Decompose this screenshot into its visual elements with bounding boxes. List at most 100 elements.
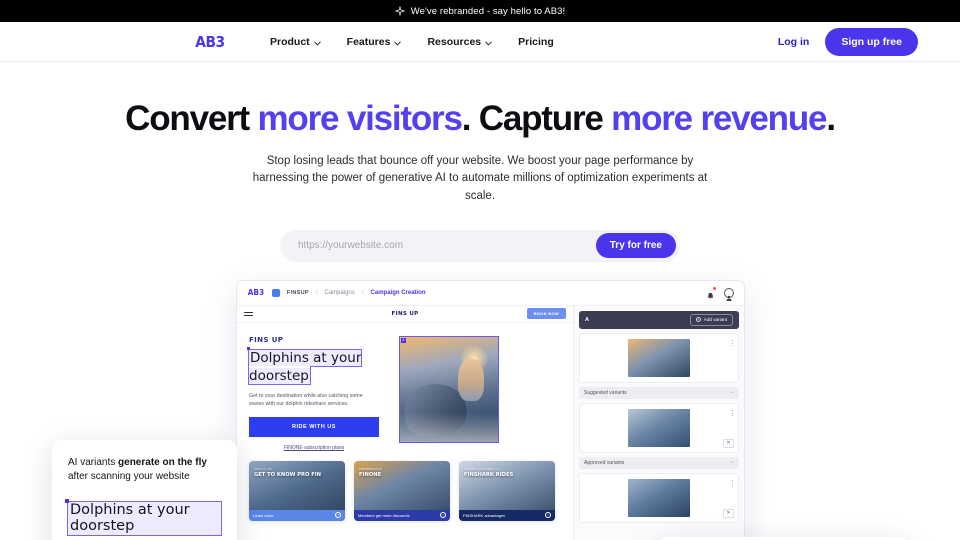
headline-part-3: . <box>826 99 836 138</box>
login-link[interactable]: Log in <box>778 36 810 48</box>
card-kicker: MEMBERSHIP <box>359 466 382 471</box>
avatar-icon[interactable] <box>724 287 734 301</box>
image-water-splash <box>400 411 498 442</box>
preview-card[interactable]: ABOUT US GET TO KNOW PRO FIN Learn more › <box>249 460 345 521</box>
card-footer: Members get more discounts › <box>354 509 450 521</box>
preview-card[interactable]: MEMBERSHIP FINONE Members get more discou… <box>354 460 450 521</box>
app-brand-logo: AB3 <box>247 288 265 298</box>
nav-links: Product Features Resources Pricing <box>270 36 554 48</box>
more-options-icon[interactable] <box>731 479 733 487</box>
chevron-down-icon <box>485 38 492 46</box>
approved-variants-section-header[interactable]: Approved variants − <box>579 456 739 469</box>
try-for-free-button[interactable]: Try for free <box>595 233 676 259</box>
arrow-right-icon: › <box>335 512 341 519</box>
product-screenshot-stage: AB3 FINSUP / Campaigns / Campaign Creati… <box>0 279 960 540</box>
minus-icon[interactable]: − <box>730 460 734 466</box>
preview-site-topbar: FINS UP BOOK NOW <box>237 305 573 323</box>
nav-item-pricing[interactable]: Pricing <box>518 36 554 48</box>
workspace-icon <box>271 288 280 297</box>
callout-ai-variants: AI variants generate on the fly after sc… <box>52 439 237 540</box>
more-options-icon[interactable] <box>731 409 733 417</box>
headline-part-1: Convert <box>125 99 258 138</box>
preview-headline: Dolphins at your doorstep <box>247 348 363 385</box>
preview-card-row: ABOUT US GET TO KNOW PRO FIN Learn more › … <box>237 451 573 521</box>
callout-left-text-a: AI variants <box>68 456 119 468</box>
preview-card[interactable]: LUXURY SEASIDE...A FINSHARK RIDES FINSHAR… <box>459 460 555 521</box>
signup-button[interactable]: Sign up free <box>825 27 918 56</box>
bell-icon[interactable] <box>706 287 716 300</box>
nav-item-features-label: Features <box>346 35 391 48</box>
card-footer-label: Learn more <box>253 512 274 518</box>
callout-left-text: AI variants generate on the fly after sc… <box>68 456 221 485</box>
preview-headline-editable[interactable]: Dolphins at your doorstep <box>247 346 389 385</box>
callout-left-headline-editable[interactable]: Dolphins at your doorstep <box>65 498 222 536</box>
nav-item-resources[interactable]: Resources <box>427 36 492 48</box>
callout-left-text-c: after scanning your website <box>68 471 190 483</box>
preview-body-text: Get to your destination while also catch… <box>249 392 363 408</box>
app-header: AB3 FINSUP / Campaigns / Campaign Creati… <box>237 280 744 306</box>
announcement-banner[interactable]: We've rebranded - say hello to AB3! <box>0 0 960 22</box>
preview-hero-image[interactable]: A <box>399 335 499 443</box>
variant-card-suggested[interactable]: ✕ ✓ <box>579 402 739 453</box>
nav-item-product-label: Product <box>269 35 310 48</box>
banner-text: We've rebranded - say hello to AB3! <box>410 5 566 17</box>
workspace-name[interactable]: FINSUP <box>287 290 309 296</box>
website-url-input[interactable] <box>298 240 596 252</box>
more-options-icon[interactable] <box>731 339 733 347</box>
preview-subscription-link[interactable]: FINONE subscription plans <box>249 445 379 451</box>
approved-variants-label: Approved variants <box>584 459 625 466</box>
sparkle-icon <box>394 6 405 16</box>
variant-card-original[interactable] <box>579 332 739 383</box>
card-footer-label: FINSHARK advantages <box>463 512 506 518</box>
image-rider-shape <box>458 358 484 401</box>
hero-section: Convert more visitors. Capture more reve… <box>0 62 960 262</box>
add-variant-label: Add variant <box>703 317 727 323</box>
headline-highlight-2: more revenue <box>611 99 827 138</box>
plus-icon: + <box>695 316 701 323</box>
variant-thumbnail <box>628 408 690 447</box>
arrow-right-icon: › <box>545 512 551 519</box>
callout-left-headline: Dolphins at your doorstep <box>70 501 190 535</box>
card-title: LUXURY SEASIDE...A FINSHARK RIDES <box>464 467 514 478</box>
preview-hero-copy: FINS UP Dolphins at your doorstep Get to… <box>247 336 389 451</box>
hamburger-menu-icon[interactable] <box>244 311 253 317</box>
chevron-down-icon <box>313 38 321 46</box>
variants-panel: A + Add variant Suggested variants − ✕ A… <box>574 305 744 540</box>
main-navigation: AB3 Product Features Resources Pricing L… <box>0 22 960 62</box>
notification-dot <box>713 287 716 291</box>
chevron-down-icon <box>394 38 402 46</box>
brand-logo[interactable]: AB3 <box>195 33 225 51</box>
breadcrumb-separator: / <box>361 289 364 296</box>
headline-highlight-1: more visitors <box>257 99 463 138</box>
card-footer-label: Members get more discounts <box>358 512 410 518</box>
variant-actions: ✕ ✓ <box>723 438 734 448</box>
breadcrumb-campaigns[interactable]: Campaigns <box>325 290 355 296</box>
suggested-variants-section-header[interactable]: Suggested variants − <box>579 386 739 399</box>
breadcrumb-campaign-creation[interactable]: Campaign Creation <box>371 290 426 296</box>
headline-part-2: . Capture <box>461 99 612 138</box>
nav-item-pricing-label: Pricing <box>518 35 554 48</box>
callout-left-text-b: generate on the fly <box>118 456 207 468</box>
reject-variant-button[interactable]: ✕ <box>723 438 734 448</box>
app-body: FINS UP BOOK NOW FINS UP Dolphins at you… <box>237 305 744 540</box>
card-title: ABOUT US GET TO KNOW PRO FIN <box>254 467 321 478</box>
arrow-right-icon: › <box>440 512 446 519</box>
minus-icon[interactable]: − <box>730 390 734 396</box>
card-title-text: FINSHARK RIDES <box>464 471 514 478</box>
variant-thumbnail <box>628 478 690 517</box>
page-title: Convert more visitors. Capture more reve… <box>0 99 960 139</box>
book-now-button[interactable]: BOOK NOW <box>526 308 566 320</box>
variant-badge: A <box>401 337 406 343</box>
nav-item-resources-label: Resources <box>427 35 482 48</box>
variant-card-approved[interactable]: ✕ ✓ <box>579 472 739 523</box>
variant-actions: ✕ ✓ <box>723 508 734 518</box>
suggested-variants-label: Suggested variants <box>584 389 627 396</box>
reject-variant-button[interactable]: ✕ <box>723 508 734 518</box>
add-variant-button[interactable]: + Add variant <box>689 313 733 326</box>
breadcrumb-separator: / <box>315 289 318 296</box>
preview-cta-button[interactable]: RIDE WITH US <box>249 416 379 437</box>
preview-hero: FINS UP Dolphins at your doorstep Get to… <box>237 323 573 451</box>
nav-item-features[interactable]: Features <box>347 36 402 48</box>
nav-item-product[interactable]: Product <box>270 36 321 48</box>
selection-handle-icon <box>247 346 250 350</box>
